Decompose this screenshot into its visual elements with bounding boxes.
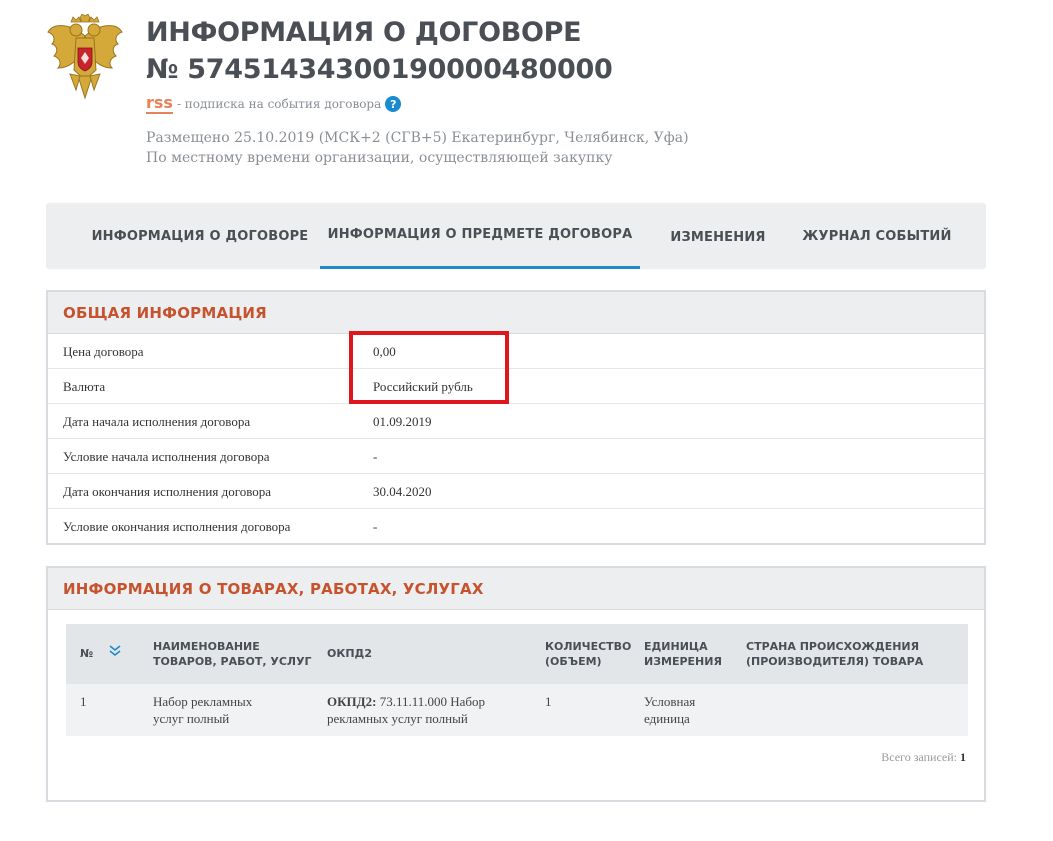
cell-unit-line: Условная [644,694,696,709]
info-row-start-condition: Условие начала исполнения договора - [48,439,984,474]
tab-contract-subject[interactable]: ИНФОРМАЦИЯ О ПРЕДМЕТЕ ДОГОВОРА [320,203,640,269]
info-row-currency: Валюта Российский рубль [48,369,984,404]
goods-heading: ИНФОРМАЦИЯ О ТОВАРАХ, РАБОТАХ, УСЛУГАХ [48,568,984,610]
info-label: Условие окончания исполнения договора [63,519,291,534]
info-row-end-condition: Условие окончания исполнения договора - [48,509,984,544]
double-chevron-down-icon[interactable] [108,644,122,658]
okpd-description: рекламных услуг полный [327,711,468,726]
total-label: Всего записей: [881,750,957,764]
rss-link[interactable]: rss [146,94,173,114]
total-records: Всего записей: 1 [881,750,966,765]
contract-number: № 57451434300190000480000 [146,54,613,85]
column-header-quantity: КОЛИЧЕСТВО (ОБЪЕМ) [545,639,631,669]
goods-panel: ИНФОРМАЦИЯ О ТОВАРАХ, РАБОТАХ, УСЛУГАХ №… [46,566,986,802]
question-circle-icon[interactable]: ? [385,96,402,112]
table-header: № НАИМЕНОВАНИЕ ТОВАРОВ, РАБОТ, УСЛУГ ОКП… [66,624,968,684]
placement-date: Размещено 25.10.2019 (МСК+2 (СГВ+5) Екат… [146,130,689,146]
info-row-end-date: Дата окончания исполнения договора 30.04… [48,474,984,509]
russian-coat-of-arms-icon [47,14,123,100]
rss-description: - подписка на события договора [176,97,382,111]
general-info-heading: ОБЩАЯ ИНФОРМАЦИЯ [48,292,984,334]
tab-event-log[interactable]: ЖУРНАЛ СОБЫТИЙ [798,203,956,269]
column-header-country-line: (ПРОИЗВОДИТЕЛЯ) ТОВАРА [746,655,924,668]
column-header-unit-line: ЕДИНИЦА [644,640,708,653]
info-value: 01.09.2019 [373,414,432,429]
info-value: - [373,519,378,534]
goods-table: № НАИМЕНОВАНИЕ ТОВАРОВ, РАБОТ, УСЛУГ ОКП… [66,624,968,736]
cell-unit: Условная единица [644,693,695,727]
info-value: - [373,449,378,464]
info-label: Валюта [63,379,106,394]
title-line-1: ИНФОРМАЦИЯ О ДОГОВОРЕ [146,17,582,48]
info-value: 30.04.2020 [373,484,432,499]
info-label: Цена договора [63,344,144,359]
page-header: ИНФОРМАЦИЯ О ДОГОВОРЕ № 5745143430019000… [46,14,1006,184]
placement-info: Размещено 25.10.2019 (МСК+2 (СГВ+5) Екат… [146,128,689,168]
column-header-unit-line: ИЗМЕРЕНИЯ [644,655,722,668]
tab-changes[interactable]: ИЗМЕНЕНИЯ [660,204,776,270]
column-header-name: НАИМЕНОВАНИЕ ТОВАРОВ, РАБОТ, УСЛУГ [153,639,312,669]
column-header-country: СТРАНА ПРОИСХОЖДЕНИЯ (ПРОИЗВОДИТЕЛЯ) ТОВ… [746,639,923,669]
column-header-quantity-line: КОЛИЧЕСТВО [545,640,632,653]
cell-unit-line: единица [644,711,690,726]
cell-name-line: Набор рекламных [153,694,253,709]
info-label: Условие начала исполнения договора [63,449,270,464]
tab-bar: ИНФОРМАЦИЯ О ДОГОВОРЕ ИНФОРМАЦИЯ О ПРЕДМ… [46,203,986,269]
tab-contract-info[interactable]: ИНФОРМАЦИЯ О ДОГОВОРЕ [70,203,330,269]
column-header-num: № [80,647,94,660]
total-count: 1 [960,750,966,764]
info-row-price: Цена договора 0,00 [48,334,984,369]
column-header-unit: ЕДИНИЦА ИЗМЕРЕНИЯ [644,639,722,669]
cell-okpd: ОКПД2: 73.11.11.000 Набор рекламных услу… [327,693,485,727]
highlight-box [349,331,509,404]
column-header-country-line: СТРАНА ПРОИСХОЖДЕНИЯ [746,640,920,653]
placement-timezone-note: По местному времени организации, осущест… [146,150,613,166]
info-label: Дата окончания исполнения договора [63,484,272,499]
cell-num: 1 [80,694,87,709]
column-header-okpd: ОКПД2 [327,647,372,660]
rss-subscription: rss - подписка на события договора ? [146,94,402,114]
okpd-code: 73.11.11.000 Набор [379,694,485,709]
info-row-start-date: Дата начала исполнения договора 01.09.20… [48,404,984,439]
cell-name-line: услуг полный [153,711,230,726]
column-header-name-line: ТОВАРОВ, РАБОТ, УСЛУГ [153,655,312,668]
column-header-quantity-line: (ОБЪЕМ) [545,655,602,668]
cell-quantity: 1 [545,694,552,709]
cell-name: Набор рекламных услуг полный [153,693,252,727]
column-header-name-line: НАИМЕНОВАНИЕ [153,640,260,653]
table-row: 1 Набор рекламных услуг полный ОКПД2: 73… [66,684,968,736]
okpd-prefix: ОКПД2: [327,694,377,709]
info-label: Дата начала исполнения договора [63,414,251,429]
general-info-panel: ОБЩАЯ ИНФОРМАЦИЯ Цена договора 0,00 Валю… [46,290,986,545]
page-title: ИНФОРМАЦИЯ О ДОГОВОРЕ № 5745143430019000… [146,14,613,88]
